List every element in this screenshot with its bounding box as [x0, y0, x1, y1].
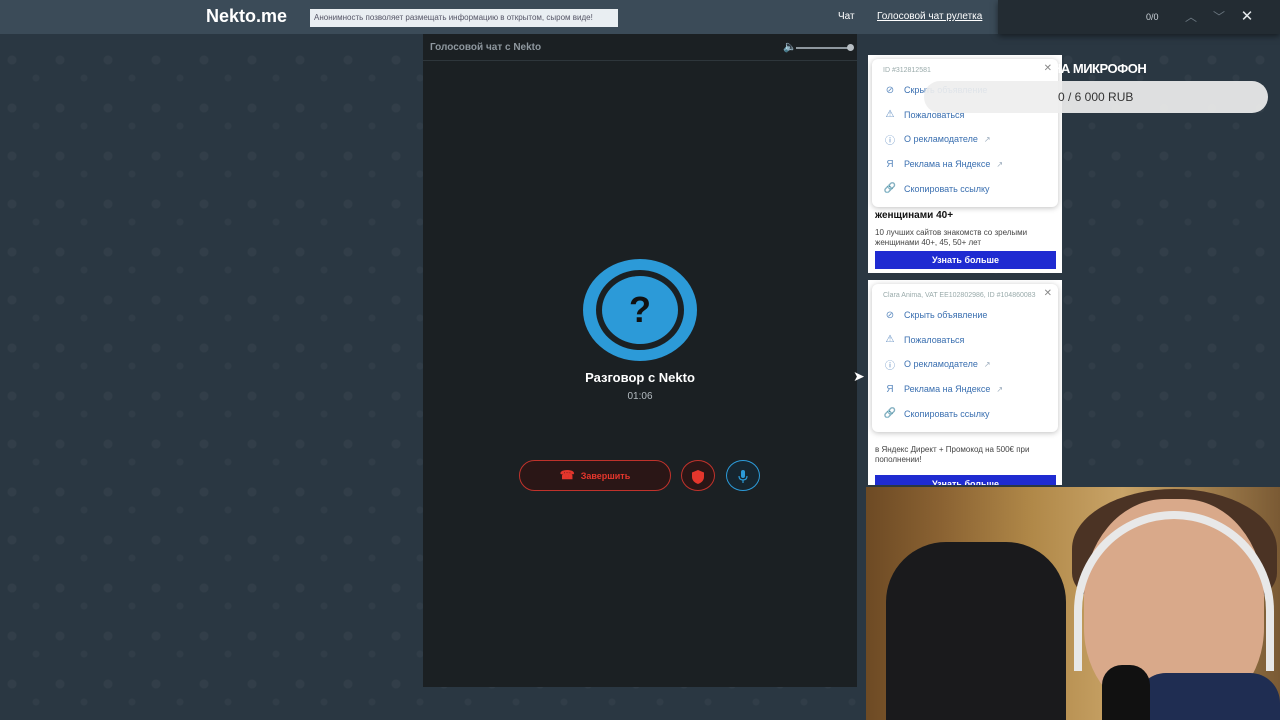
microphone-button[interactable]: [726, 460, 760, 491]
external-link-icon: ↗: [983, 359, 991, 369]
ad-menu-hide[interactable]: ⊘Скрыть объявление: [872, 303, 1058, 328]
avatar: ?: [583, 259, 697, 361]
site-logo[interactable]: Nekto.me: [206, 6, 287, 27]
call-timer: 01:06: [627, 391, 653, 402]
ad-menu-copy-link[interactable]: 🔗 Скопировать ссылку: [872, 401, 1058, 426]
info-icon: ⓘ: [885, 135, 895, 147]
panel-title: Голосовой чат с Nekto: [430, 42, 542, 53]
ad-description: 10 лучших сайтов знакомств со зрелыми же…: [875, 228, 1028, 247]
ad-menu-advertiser[interactable]: ⓘ О рекламодателе ↗: [872, 352, 1058, 377]
shield-icon: [692, 469, 704, 484]
donation-progress-text: 0 / 6 000 RUB: [1058, 90, 1134, 104]
ad-id: Clara Anima, VAT EE102802986, ID #104860…: [883, 292, 1036, 299]
eye-off-icon: ⊘: [885, 84, 895, 96]
call-partner-name: Разговор с Nekto: [585, 370, 695, 385]
link-icon: 🔗: [883, 183, 897, 195]
streamer-shirt: [1136, 673, 1280, 720]
eye-off-icon: ⊘: [885, 309, 895, 321]
ad-menu-yandex[interactable]: Я Реклама на Яндексе ↗: [872, 377, 1058, 402]
ad-options-menu: Clara Anima, VAT EE102802986, ID #104860…: [872, 284, 1058, 432]
external-link-icon: ↗: [996, 384, 1004, 394]
warning-icon: ⚠: [885, 334, 895, 346]
yandex-icon: Я: [886, 158, 894, 170]
anonymity-notice: Анонимность позволяет размещать информац…: [310, 9, 618, 27]
warning-icon: ⚠: [885, 109, 895, 121]
link-icon: 🔗: [883, 408, 897, 420]
end-call-label: Завершить: [580, 471, 631, 481]
close-icon[interactable]: ✕: [1238, 7, 1256, 25]
yandex-icon: Я: [886, 383, 894, 395]
chevron-down-icon[interactable]: ﹀: [1210, 8, 1228, 25]
ad-cta-button[interactable]: Узнать больше: [875, 475, 1056, 485]
donation-progress-bar: 0 / 6 000 RUB: [924, 81, 1268, 113]
gaming-chair: [886, 542, 1066, 720]
nav-link-chat[interactable]: Чат: [838, 11, 855, 22]
volume-icon[interactable]: 🔈: [783, 40, 797, 53]
report-shield-button[interactable]: [681, 460, 715, 491]
volume-slider-handle[interactable]: [847, 44, 854, 51]
find-bar: 0/0 ︿ ﹀ ✕: [998, 0, 1280, 34]
advertisement-2[interactable]: Clara Anima, VAT EE102802986, ID #104860…: [868, 280, 1062, 485]
panel-header: Голосовой чат с Nekto 🔈: [423, 34, 857, 61]
chevron-up-icon[interactable]: ︿: [1182, 8, 1200, 25]
ad-menu-copy-link[interactable]: 🔗 Скопировать ссылку: [872, 176, 1058, 201]
end-call-button[interactable]: ☎ Завершить: [519, 460, 671, 491]
ad-cta-button[interactable]: Узнать больше: [875, 251, 1056, 269]
ad-menu-advertiser[interactable]: ⓘ О рекламодателе ↗: [872, 127, 1058, 152]
ad-id: ID #312812581: [883, 67, 931, 74]
webcam-feed: [866, 487, 1280, 720]
external-link-icon: ↗: [983, 134, 991, 144]
ad-description: в Яндекс Директ + Промокод на 500€ при п…: [875, 445, 1030, 464]
microphone-icon: [738, 469, 748, 483]
ad-headline: женщинами 40+: [875, 210, 954, 221]
external-link-icon: ↗: [996, 159, 1004, 169]
find-match-count: 0/0: [1146, 12, 1159, 22]
voice-chat-panel: Голосовой чат с Nekto 🔈 ? Разговор с Nek…: [423, 34, 857, 687]
donation-goal-title: НА МИКРОФОН: [1052, 61, 1147, 76]
volume-slider[interactable]: [796, 47, 850, 49]
phone-hangup-icon: ☎: [559, 468, 575, 482]
info-icon: ⓘ: [885, 360, 895, 372]
mouse-cursor-icon: ➤: [853, 368, 865, 384]
ad-menu-report[interactable]: ⚠ Пожаловаться: [872, 328, 1058, 353]
microphone: [1102, 665, 1150, 720]
close-icon[interactable]: ✕: [1044, 288, 1052, 299]
question-mark-icon: ?: [602, 276, 678, 344]
nav-link-voice-roulette[interactable]: Голосовой чат рулетка: [877, 11, 982, 22]
close-icon[interactable]: ✕: [1044, 63, 1052, 74]
ad-menu-yandex[interactable]: Я Реклама на Яндексе ↗: [872, 152, 1058, 177]
